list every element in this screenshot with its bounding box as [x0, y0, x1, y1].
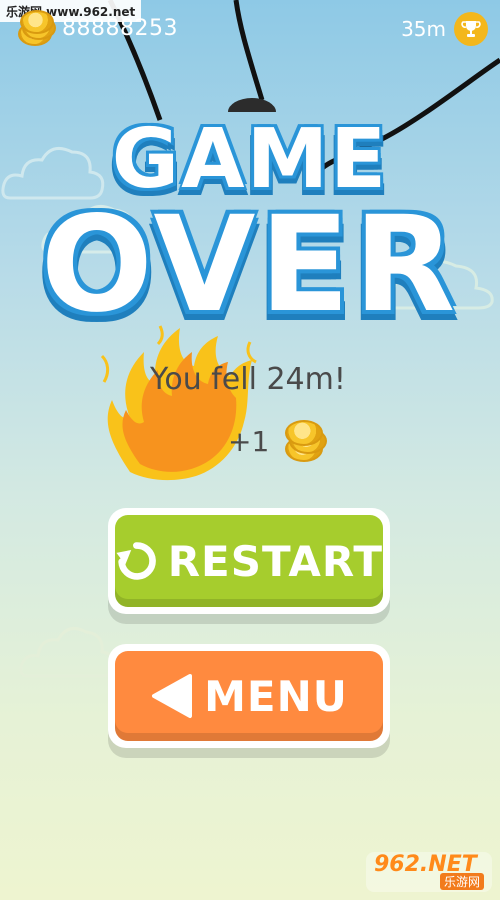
restart-arrow-icon — [116, 542, 156, 580]
reward-amount: +1 — [228, 424, 270, 458]
cloud-decoration — [19, 626, 116, 678]
restart-button-face[interactable]: RESTART — [115, 515, 383, 607]
coin-count: 88888253 — [62, 15, 178, 41]
menu-label: MENU — [204, 671, 348, 721]
coin-counter: 88888253 — [16, 10, 178, 46]
trophy-icon — [454, 12, 488, 46]
watermark-sub: 乐游网 — [439, 873, 484, 890]
menu-button-face[interactable]: MENU — [115, 651, 383, 741]
coin-reward: +1 — [228, 420, 328, 462]
coin-reward-icon — [281, 420, 328, 462]
ball-icon — [228, 98, 276, 112]
back-triangle-icon — [152, 674, 193, 718]
distance-value: 35m — [401, 17, 446, 41]
restart-label: RESTART — [167, 536, 383, 586]
fell-distance-text: You fell 24m! — [150, 362, 346, 397]
restart-button[interactable]: RESTART — [108, 508, 390, 614]
coin-stack-icon — [16, 10, 56, 46]
best-distance: 35m — [401, 12, 488, 46]
watermark-bottom: 962.NET 乐游网 — [366, 852, 492, 892]
menu-button[interactable]: MENU — [108, 644, 390, 748]
over-title: OVER — [40, 188, 460, 342]
